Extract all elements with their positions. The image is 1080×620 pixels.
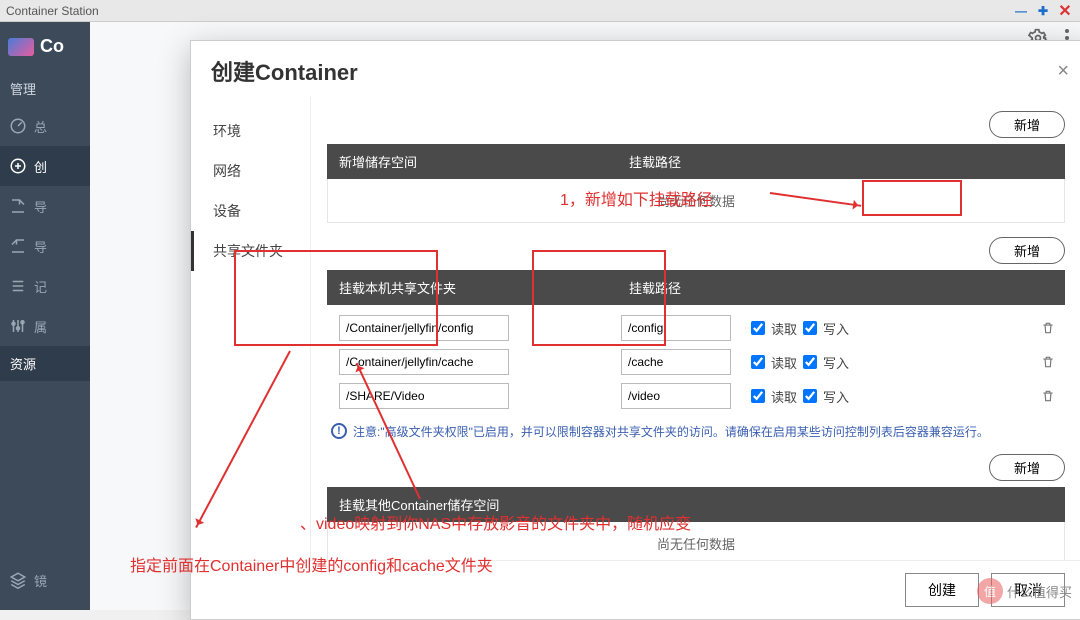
app-brand: Co <box>40 36 64 57</box>
nav-device[interactable]: 设备 <box>191 191 310 231</box>
sidebar-item-label: 记 <box>34 277 47 296</box>
sidebar-item-label: 总 <box>34 117 47 136</box>
mount-row: 读取 写入 <box>327 379 1065 413</box>
mount-row: 读取 写入 <box>327 345 1065 379</box>
window-minimize-button[interactable]: — <box>1012 2 1030 20</box>
read-label: 读取 <box>771 353 797 372</box>
mount-row: 读取 写入 <box>327 311 1065 345</box>
modal-nav: 环境 网络 设备 共享文件夹 <box>191 97 311 560</box>
gauge-icon <box>8 116 28 136</box>
watermark-logo-icon: 值 <box>977 578 1003 604</box>
window-maximize-button[interactable]: ✚ <box>1034 2 1052 20</box>
sidebar-item-import[interactable]: 导 <box>0 226 90 266</box>
sliders-icon <box>8 316 28 336</box>
share-col-path: 挂载路径 <box>617 270 1065 305</box>
sidebar-section-manage: 管理 <box>0 71 90 106</box>
plus-circle-icon <box>8 156 28 176</box>
trash-icon[interactable] <box>1041 321 1055 335</box>
modal-close-button[interactable]: × <box>1057 60 1069 83</box>
read-label: 读取 <box>771 319 797 338</box>
modal-content: 新增 新增储存空间 挂载路径 尚无任何数据 新增 挂载本机共享文件夹 <box>311 97 1080 560</box>
add-other-button[interactable]: 新增 <box>989 454 1065 481</box>
mount-dst-input[interactable] <box>621 315 731 341</box>
sidebar-item-log[interactable]: 记 <box>0 266 90 306</box>
sidebar-item-label: 导 <box>34 237 47 256</box>
sidebar-item-label: 镜 <box>34 571 47 590</box>
mount-dst-input[interactable] <box>621 383 731 409</box>
storage-table-header: 新增储存空间 挂载路径 <box>327 144 1065 179</box>
modal-title: 创建Container <box>211 55 358 87</box>
other-col: 挂载其他Container储存空间 <box>327 487 1065 522</box>
other-empty: 尚无任何数据 <box>327 522 1065 560</box>
share-col-src: 挂载本机共享文件夹 <box>327 270 617 305</box>
create-button[interactable]: 创建 <box>905 573 979 607</box>
mount-src-input[interactable] <box>339 383 509 409</box>
mount-dst-input[interactable] <box>621 349 731 375</box>
logo-icon <box>8 38 34 56</box>
sidebar-item-create[interactable]: 创 <box>0 146 90 186</box>
nav-network[interactable]: 网络 <box>191 151 310 191</box>
read-label: 读取 <box>771 387 797 406</box>
app-logo: Co <box>0 30 90 71</box>
read-checkbox[interactable] <box>751 355 765 369</box>
layers-icon <box>8 570 28 590</box>
write-label: 写入 <box>823 387 849 406</box>
import-icon <box>8 236 28 256</box>
window-title: Container Station <box>6 4 99 18</box>
sidebar: Co 管理 总 创 导 导 记 <box>0 22 90 610</box>
sidebar-item-images[interactable]: 镜 <box>0 560 90 600</box>
create-container-modal: 创建Container × 环境 网络 设备 共享文件夹 新增 <box>190 40 1080 620</box>
list-icon <box>8 276 28 296</box>
add-share-button[interactable]: 新增 <box>989 237 1065 264</box>
sidebar-item-export[interactable]: 导 <box>0 186 90 226</box>
nav-environment[interactable]: 环境 <box>191 111 310 151</box>
write-label: 写入 <box>823 319 849 338</box>
info-icon: ! <box>331 423 347 439</box>
read-checkbox[interactable] <box>751 321 765 335</box>
sidebar-item-label: 创 <box>34 157 47 176</box>
mount-src-input[interactable] <box>339 349 509 375</box>
trash-icon[interactable] <box>1041 389 1055 403</box>
sidebar-item-properties[interactable]: 属 <box>0 306 90 346</box>
mount-src-input[interactable] <box>339 315 509 341</box>
share-table-header: 挂载本机共享文件夹 挂载路径 <box>327 270 1065 305</box>
storage-col-space: 新增储存空间 <box>327 144 617 179</box>
nav-shared-folder[interactable]: 共享文件夹 <box>191 231 310 271</box>
window-close-button[interactable]: ✕ <box>1056 2 1074 20</box>
other-table-header: 挂载其他Container储存空间 <box>327 487 1065 522</box>
notice: ! 注意:"高级文件夹权限"已启用，并可以限制容器对共享文件夹的访问。请确保在启… <box>327 413 1065 450</box>
add-storage-button[interactable]: 新增 <box>989 111 1065 138</box>
storage-col-path: 挂载路径 <box>617 144 1065 179</box>
write-label: 写入 <box>823 353 849 372</box>
write-checkbox[interactable] <box>803 321 817 335</box>
watermark: 值 什么值得买 <box>977 578 1072 604</box>
write-checkbox[interactable] <box>803 355 817 369</box>
notice-text: 注意:"高级文件夹权限"已启用，并可以限制容器对共享文件夹的访问。请确保在启用某… <box>353 423 989 440</box>
storage-empty: 尚无任何数据 <box>327 179 1065 223</box>
sidebar-item-label: 导 <box>34 197 47 216</box>
read-checkbox[interactable] <box>751 389 765 403</box>
sidebar-section-resource: 资源 <box>0 346 90 381</box>
sidebar-item-overview[interactable]: 总 <box>0 106 90 146</box>
sidebar-item-label: 属 <box>34 317 47 336</box>
write-checkbox[interactable] <box>803 389 817 403</box>
window-titlebar: Container Station — ✚ ✕ <box>0 0 1080 22</box>
export-icon <box>8 196 28 216</box>
trash-icon[interactable] <box>1041 355 1055 369</box>
main-area: 应用程序 安装 创建Container × 环境 网络 设备 共享文件夹 <box>90 22 1080 610</box>
watermark-text: 什么值得买 <box>1007 582 1072 601</box>
